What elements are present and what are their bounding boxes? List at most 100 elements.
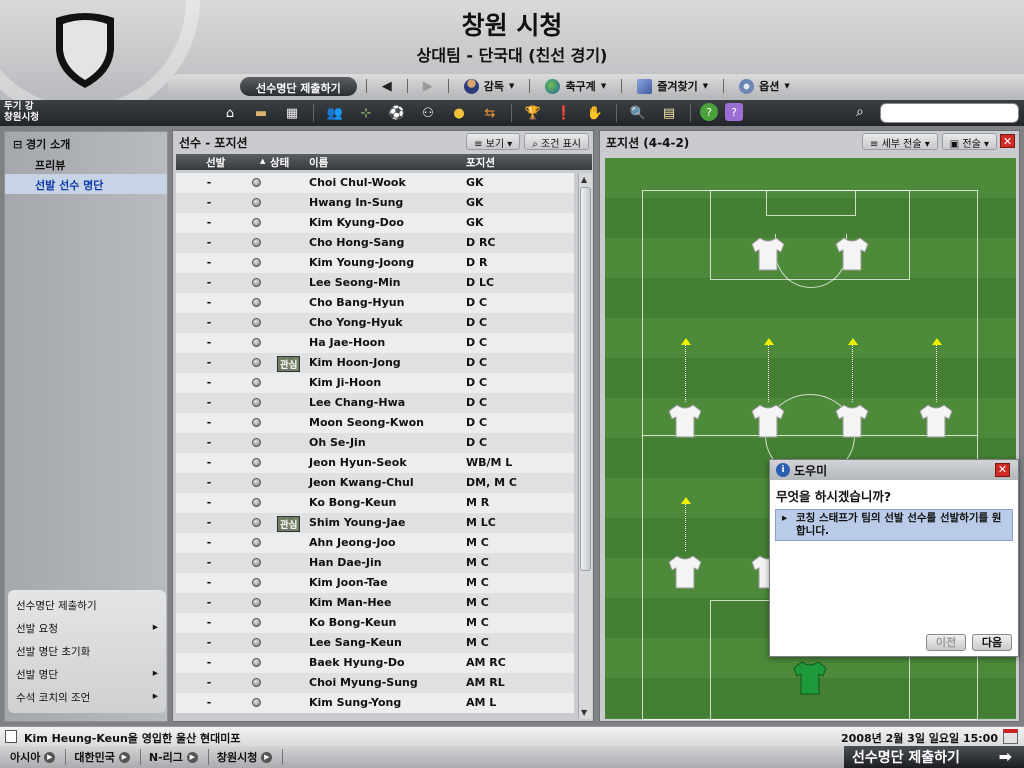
- table-row[interactable]: - Cho Yong-Hyuk D C: [176, 313, 574, 333]
- selected-cell[interactable]: -: [204, 236, 214, 249]
- player-name[interactable]: Kim Man-Hee: [309, 596, 391, 609]
- news-icon[interactable]: ❗: [552, 103, 576, 123]
- sidebar-section-header[interactable]: ⊟ 경기 소개: [5, 132, 167, 154]
- menu-bookmarks[interactable]: 즐겨찾기 ▼: [637, 78, 708, 94]
- player-shirt[interactable]: [919, 403, 953, 439]
- next-button[interactable]: 다음: [972, 634, 1012, 651]
- player-name[interactable]: Ko Bong-Keun: [309, 616, 396, 629]
- breadcrumb-asia[interactable]: 아시아 ▶: [10, 749, 67, 765]
- selected-cell[interactable]: -: [204, 456, 214, 469]
- finances-icon[interactable]: ●: [447, 103, 471, 123]
- menu-manager[interactable]: 감독 ▼: [463, 78, 514, 94]
- player-name[interactable]: Kim Hoon-Jong: [309, 356, 401, 369]
- player-name[interactable]: Ahn Jeong-Joo: [309, 536, 396, 549]
- help-icon[interactable]: ?: [700, 103, 718, 121]
- player-shirt[interactable]: [668, 403, 702, 439]
- player-name[interactable]: Lee Sang-Keun: [309, 636, 402, 649]
- player-name[interactable]: Choi Chul-Wook: [309, 176, 406, 189]
- selected-cell[interactable]: -: [204, 356, 214, 369]
- breadcrumb-korea[interactable]: 대한민국 ▶: [74, 749, 141, 765]
- player-name[interactable]: Lee Seong-Min: [309, 276, 401, 289]
- selected-cell[interactable]: -: [204, 636, 214, 649]
- action-submit-squad[interactable]: 선수명단 제출하기: [8, 594, 166, 617]
- selected-cell[interactable]: -: [204, 256, 214, 269]
- action-clear-lineup[interactable]: 선발 명단 초기화: [8, 640, 166, 663]
- detailed-tactics-button[interactable]: ≡ 세부 전술 ▾: [862, 133, 938, 150]
- selected-cell[interactable]: -: [204, 516, 214, 529]
- player-name[interactable]: Baek Hyung-Do: [309, 656, 405, 669]
- action-selection-request[interactable]: 선발 요청 ▸: [8, 617, 166, 640]
- player-name[interactable]: Jeon Kwang-Chul: [309, 476, 414, 489]
- player-name[interactable]: Kim Kyung-Doo: [309, 216, 404, 229]
- selected-cell[interactable]: -: [204, 436, 214, 449]
- selected-cell[interactable]: -: [204, 656, 214, 669]
- column-header-selected[interactable]: 선발: [206, 155, 225, 170]
- hint-icon[interactable]: ?: [725, 103, 743, 121]
- close-icon[interactable]: ✕: [1000, 134, 1015, 148]
- player-shirt[interactable]: [835, 403, 869, 439]
- selected-cell[interactable]: -: [204, 676, 214, 689]
- selected-cell[interactable]: -: [204, 216, 214, 229]
- dialog-option[interactable]: 코칭 스태프가 팀의 선발 선수를 선발하기를 원합니다.: [775, 509, 1013, 541]
- notes-icon[interactable]: ▤: [657, 103, 681, 123]
- vertical-scrollbar[interactable]: ▲ ▼: [578, 173, 592, 719]
- sidebar-item-starting-lineup[interactable]: 선발 선수 명단: [5, 174, 167, 194]
- scroll-down-icon[interactable]: ▼: [581, 708, 587, 717]
- selected-cell[interactable]: -: [204, 496, 214, 509]
- selected-cell[interactable]: -: [204, 696, 214, 709]
- selected-cell[interactable]: -: [204, 296, 214, 309]
- player-name[interactable]: Cho Hong-Sang: [309, 236, 404, 249]
- table-row[interactable]: - Jeon Kwang-Chul DM, M C: [176, 473, 574, 493]
- player-name[interactable]: Han Dae-Jin: [309, 556, 382, 569]
- table-row[interactable]: - Ko Bong-Keun M R: [176, 493, 574, 513]
- table-row[interactable]: - Lee Chang-Hwa D C: [176, 393, 574, 413]
- selected-cell[interactable]: -: [204, 596, 214, 609]
- table-row[interactable]: - Kim Man-Hee M C: [176, 593, 574, 613]
- player-name[interactable]: Kim Sung-Yong: [309, 696, 401, 709]
- boardroom-icon[interactable]: ✋: [583, 103, 607, 123]
- table-row[interactable]: - Moon Seong-Kwon D C: [176, 413, 574, 433]
- player-name[interactable]: Moon Seong-Kwon: [309, 416, 424, 429]
- player-name[interactable]: Kim Young-Joong: [309, 256, 414, 269]
- selected-cell[interactable]: -: [204, 376, 214, 389]
- table-row[interactable]: - Baek Hyung-Do AM RC: [176, 653, 574, 673]
- player-shirt[interactable]: [835, 236, 869, 272]
- transfers-icon[interactable]: ⇆: [478, 103, 502, 123]
- table-row[interactable]: - Hwang In-Sung GK: [176, 193, 574, 213]
- player-name[interactable]: Kim Joon-Tae: [309, 576, 388, 589]
- filter-button[interactable]: ⌕ 조건 표시: [524, 133, 589, 150]
- table-row[interactable]: - Cho Bang-Hyun D C: [176, 293, 574, 313]
- breadcrumb-league[interactable]: N-리그 ▶: [149, 749, 209, 765]
- training-icon[interactable]: ⚽: [385, 103, 409, 123]
- table-row[interactable]: - Kim Joon-Tae M C: [176, 573, 574, 593]
- selected-cell[interactable]: -: [204, 576, 214, 589]
- selected-cell[interactable]: -: [204, 196, 214, 209]
- table-row[interactable]: - Ha Jae-Hoon D C: [176, 333, 574, 353]
- menu-world[interactable]: 축구계 ▼: [545, 78, 606, 94]
- close-icon[interactable]: ✕: [995, 463, 1010, 477]
- selected-cell[interactable]: -: [204, 316, 214, 329]
- sidebar-item-preview[interactable]: 프리뷰: [5, 154, 167, 174]
- table-row[interactable]: - Lee Seong-Min D LC: [176, 273, 574, 293]
- player-name[interactable]: Choi Myung-Sung: [309, 676, 418, 689]
- goalkeeper-shirt[interactable]: [793, 660, 827, 696]
- selected-cell[interactable]: -: [204, 476, 214, 489]
- back-arrow-icon[interactable]: ◀: [382, 79, 392, 94]
- trophy-icon[interactable]: 🏆: [521, 103, 545, 123]
- table-row[interactable]: - Choi Myung-Sung AM RL: [176, 673, 574, 693]
- tactics-button[interactable]: ▣ 전술 ▾: [941, 133, 997, 150]
- player-name[interactable]: Hwang In-Sung: [309, 196, 403, 209]
- continue-submit-button[interactable]: 선수명단 제출하기 ➡: [844, 746, 1024, 768]
- table-row[interactable]: - Kim Ji-Hoon D C: [176, 373, 574, 393]
- table-row[interactable]: - Ahn Jeong-Joo M C: [176, 533, 574, 553]
- table-row[interactable]: - Kim Kyung-Doo GK: [176, 213, 574, 233]
- column-header-status[interactable]: 상태: [270, 155, 289, 170]
- scroll-up-icon[interactable]: ▲: [581, 175, 587, 184]
- player-shirt[interactable]: [668, 554, 702, 590]
- table-row[interactable]: - Han Dae-Jin M C: [176, 553, 574, 573]
- selected-cell[interactable]: -: [204, 416, 214, 429]
- table-row[interactable]: - 관심 Shim Young-Jae M LC: [176, 513, 574, 533]
- inbox-icon[interactable]: ▬: [249, 103, 273, 123]
- table-row[interactable]: - 관심 Kim Hoon-Jong D C: [176, 353, 574, 373]
- action-lineup[interactable]: 선발 명단 ▸: [8, 663, 166, 686]
